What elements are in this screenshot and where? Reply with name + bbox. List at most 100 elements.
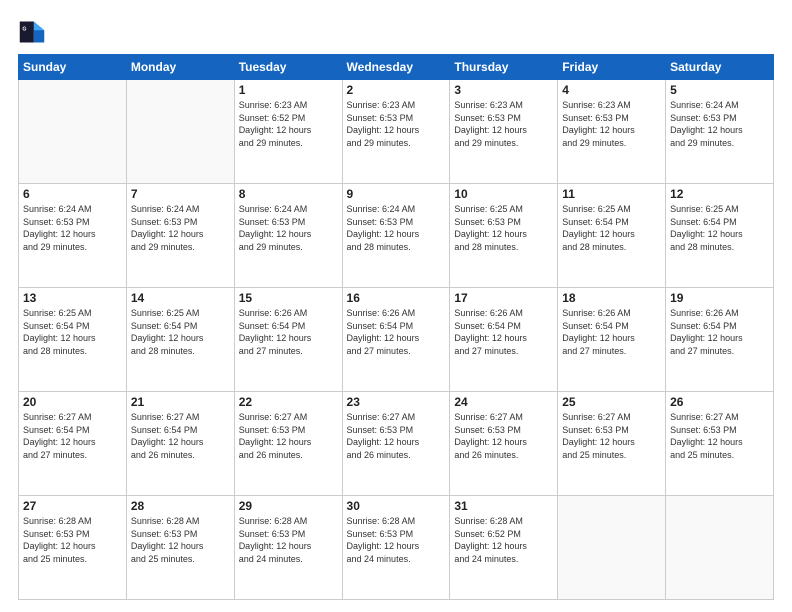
day-number: 13: [23, 291, 122, 305]
day-number: 29: [239, 499, 338, 513]
cell-info: Sunrise: 6:25 AMSunset: 6:54 PMDaylight:…: [562, 203, 661, 253]
day-number: 25: [562, 395, 661, 409]
cell-info: Sunrise: 6:28 AMSunset: 6:53 PMDaylight:…: [239, 515, 338, 565]
day-header-saturday: Saturday: [666, 55, 774, 80]
calendar-cell: 13 Sunrise: 6:25 AMSunset: 6:54 PMDayligh…: [19, 288, 127, 392]
day-number: 19: [670, 291, 769, 305]
calendar-cell: 21 Sunrise: 6:27 AMSunset: 6:54 PMDayligh…: [126, 392, 234, 496]
cell-info: Sunrise: 6:28 AMSunset: 6:52 PMDaylight:…: [454, 515, 553, 565]
day-number: 28: [131, 499, 230, 513]
cell-info: Sunrise: 6:25 AMSunset: 6:54 PMDaylight:…: [131, 307, 230, 357]
calendar-cell: 5Sunrise: 6:24 AMSunset: 6:53 PMDaylight…: [666, 80, 774, 184]
day-number: 20: [23, 395, 122, 409]
day-number: 22: [239, 395, 338, 409]
calendar-cell: [126, 80, 234, 184]
calendar-cell: [558, 496, 666, 600]
calendar-week-1: 6Sunrise: 6:24 AMSunset: 6:53 PMDaylight…: [19, 184, 774, 288]
day-number: 23: [347, 395, 446, 409]
day-number: 9: [347, 187, 446, 201]
calendar-cell: 23 Sunrise: 6:27 AMSunset: 6:53 PMDayligh…: [342, 392, 450, 496]
calendar-cell: 17Sunrise: 6:26 AMSunset: 6:54 PMDayligh…: [450, 288, 558, 392]
cell-info: Sunrise: 6:24 AMSunset: 6:53 PMDaylight:…: [239, 203, 338, 253]
calendar-cell: 11 Sunrise: 6:25 AMSunset: 6:54 PMDayligh…: [558, 184, 666, 288]
calendar-cell: 25 Sunrise: 6:27 AMSunset: 6:53 PMDayligh…: [558, 392, 666, 496]
day-header-thursday: Thursday: [450, 55, 558, 80]
cell-info: Sunrise: 6:25 AMSunset: 6:54 PMDaylight:…: [670, 203, 769, 253]
calendar-cell: [19, 80, 127, 184]
calendar-cell: 26 Sunrise: 6:27 AMSunset: 6:53 PMDayligh…: [666, 392, 774, 496]
cell-info: Sunrise: 6:26 AMSunset: 6:54 PMDaylight:…: [347, 307, 446, 357]
cell-info: Sunrise: 6:23 AMSunset: 6:53 PMDaylight:…: [562, 99, 661, 149]
cell-info: Sunrise: 6:24 AMSunset: 6:53 PMDaylight:…: [670, 99, 769, 149]
cell-info: Sunrise: 6:26 AMSunset: 6:54 PMDaylight:…: [239, 307, 338, 357]
day-number: 24: [454, 395, 553, 409]
cell-info: Sunrise: 6:27 AMSunset: 6:53 PMDaylight:…: [670, 411, 769, 461]
calendar-week-3: 20 Sunrise: 6:27 AMSunset: 6:54 PMDayligh…: [19, 392, 774, 496]
cell-info: Sunrise: 6:28 AMSunset: 6:53 PMDaylight:…: [23, 515, 122, 565]
day-number: 3: [454, 83, 553, 97]
cell-info: Sunrise: 6:27 AMSunset: 6:53 PMDaylight:…: [239, 411, 338, 461]
day-number: 7: [131, 187, 230, 201]
day-number: 15: [239, 291, 338, 305]
day-number: 21: [131, 395, 230, 409]
calendar-cell: 28Sunrise: 6:28 AMSunset: 6:53 PMDayligh…: [126, 496, 234, 600]
day-number: 14: [131, 291, 230, 305]
calendar-cell: 3 Sunrise: 6:23 AMSunset: 6:53 PMDaylight…: [450, 80, 558, 184]
calendar-week-0: 1 Sunrise: 6:23 AMSunset: 6:52 PMDaylight…: [19, 80, 774, 184]
cell-info: Sunrise: 6:27 AMSunset: 6:54 PMDaylight:…: [23, 411, 122, 461]
calendar-cell: 15 Sunrise: 6:26 AMSunset: 6:54 PMDayligh…: [234, 288, 342, 392]
page: G SundayMondayTuesdayWednesdayThursdayFr…: [0, 0, 792, 612]
cell-info: Sunrise: 6:24 AMSunset: 6:53 PMDaylight:…: [131, 203, 230, 253]
cell-info: Sunrise: 6:24 AMSunset: 6:53 PMDaylight:…: [23, 203, 122, 253]
day-number: 17: [454, 291, 553, 305]
calendar-cell: 22 Sunrise: 6:27 AMSunset: 6:53 PMDayligh…: [234, 392, 342, 496]
calendar-week-4: 27Sunrise: 6:28 AMSunset: 6:53 PMDayligh…: [19, 496, 774, 600]
calendar-cell: 6Sunrise: 6:24 AMSunset: 6:53 PMDaylight…: [19, 184, 127, 288]
calendar-cell: 18Sunrise: 6:26 AMSunset: 6:54 PMDayligh…: [558, 288, 666, 392]
calendar-table: SundayMondayTuesdayWednesdayThursdayFrid…: [18, 54, 774, 600]
calendar-cell: 31 Sunrise: 6:28 AMSunset: 6:52 PMDayligh…: [450, 496, 558, 600]
day-header-tuesday: Tuesday: [234, 55, 342, 80]
day-number: 26: [670, 395, 769, 409]
day-header-wednesday: Wednesday: [342, 55, 450, 80]
calendar-header-row: SundayMondayTuesdayWednesdayThursdayFrid…: [19, 55, 774, 80]
svg-text:G: G: [22, 26, 26, 32]
calendar-cell: 10Sunrise: 6:25 AMSunset: 6:53 PMDayligh…: [450, 184, 558, 288]
day-header-friday: Friday: [558, 55, 666, 80]
cell-info: Sunrise: 6:25 AMSunset: 6:54 PMDaylight:…: [23, 307, 122, 357]
cell-info: Sunrise: 6:27 AMSunset: 6:53 PMDaylight:…: [454, 411, 553, 461]
cell-info: Sunrise: 6:28 AMSunset: 6:53 PMDaylight:…: [347, 515, 446, 565]
logo-icon: G: [18, 18, 46, 46]
calendar-cell: 14 Sunrise: 6:25 AMSunset: 6:54 PMDayligh…: [126, 288, 234, 392]
day-number: 2: [347, 83, 446, 97]
cell-info: Sunrise: 6:26 AMSunset: 6:54 PMDaylight:…: [562, 307, 661, 357]
calendar-cell: 24 Sunrise: 6:27 AMSunset: 6:53 PMDayligh…: [450, 392, 558, 496]
cell-info: Sunrise: 6:23 AMSunset: 6:53 PMDaylight:…: [347, 99, 446, 149]
calendar-week-2: 13 Sunrise: 6:25 AMSunset: 6:54 PMDayligh…: [19, 288, 774, 392]
calendar-cell: 19Sunrise: 6:26 AMSunset: 6:54 PMDayligh…: [666, 288, 774, 392]
day-number: 1: [239, 83, 338, 97]
cell-info: Sunrise: 6:27 AMSunset: 6:53 PMDaylight:…: [562, 411, 661, 461]
calendar-cell: 30 Sunrise: 6:28 AMSunset: 6:53 PMDayligh…: [342, 496, 450, 600]
day-number: 16: [347, 291, 446, 305]
day-number: 4: [562, 83, 661, 97]
day-number: 8: [239, 187, 338, 201]
logo: G: [18, 18, 50, 46]
day-number: 12: [670, 187, 769, 201]
calendar-cell: 9 Sunrise: 6:24 AMSunset: 6:53 PMDaylight…: [342, 184, 450, 288]
cell-info: Sunrise: 6:27 AMSunset: 6:53 PMDaylight:…: [347, 411, 446, 461]
cell-info: Sunrise: 6:25 AMSunset: 6:53 PMDaylight:…: [454, 203, 553, 253]
cell-info: Sunrise: 6:23 AMSunset: 6:52 PMDaylight:…: [239, 99, 338, 149]
cell-info: Sunrise: 6:27 AMSunset: 6:54 PMDaylight:…: [131, 411, 230, 461]
calendar-cell: 16 Sunrise: 6:26 AMSunset: 6:54 PMDayligh…: [342, 288, 450, 392]
day-header-sunday: Sunday: [19, 55, 127, 80]
header: G: [18, 18, 774, 46]
calendar-cell: 2 Sunrise: 6:23 AMSunset: 6:53 PMDaylight…: [342, 80, 450, 184]
calendar-cell: 27Sunrise: 6:28 AMSunset: 6:53 PMDayligh…: [19, 496, 127, 600]
calendar-cell: 7 Sunrise: 6:24 AMSunset: 6:53 PMDaylight…: [126, 184, 234, 288]
day-number: 11: [562, 187, 661, 201]
day-number: 31: [454, 499, 553, 513]
cell-info: Sunrise: 6:23 AMSunset: 6:53 PMDaylight:…: [454, 99, 553, 149]
cell-info: Sunrise: 6:24 AMSunset: 6:53 PMDaylight:…: [347, 203, 446, 253]
day-number: 30: [347, 499, 446, 513]
